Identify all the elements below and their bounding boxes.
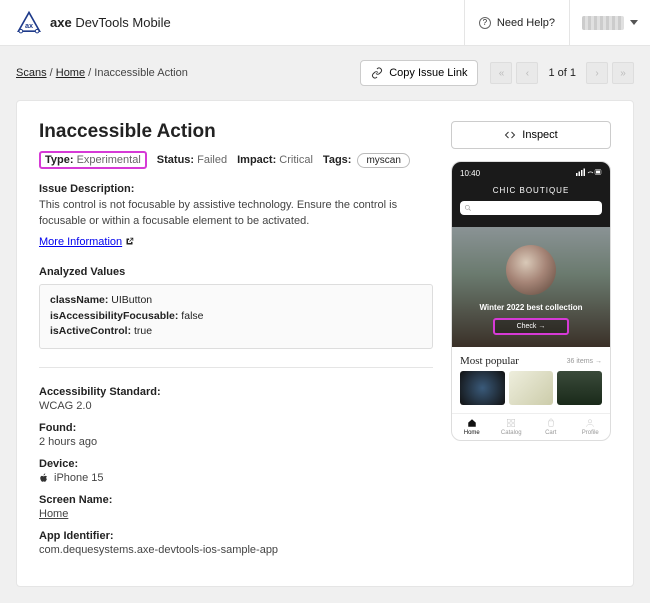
pager-next-button[interactable]: › — [586, 62, 608, 84]
link-icon — [371, 67, 383, 79]
apple-icon — [39, 472, 49, 484]
pager-first-button[interactable]: « — [490, 62, 512, 84]
axe-logo-icon: ax — [16, 10, 42, 36]
issue-tags: Tags: myscan — [323, 153, 410, 168]
issue-card: Inaccessible Action Type: Experimental S… — [16, 100, 634, 587]
pager-label: 1 of 1 — [542, 67, 582, 79]
preview-thumbnails — [452, 371, 610, 413]
device-preview: 10:40 CHIC BOUTIQUE Winter 2022 best col… — [451, 161, 611, 441]
preview-popular-count: 36 items → — [567, 358, 602, 365]
analyzed-values-box: className: UIButton isAccessibilityFocus… — [39, 284, 433, 349]
screen-name-link[interactable]: Home — [39, 508, 68, 520]
preview-popular-row: Most popular 36 items → — [452, 347, 610, 371]
home-icon — [467, 418, 477, 428]
help-icon: ? — [479, 17, 491, 29]
preview-thumb — [509, 371, 554, 405]
top-bar: ax axe DevTools Mobile ? Need Help? — [0, 0, 650, 46]
issue-title: Inaccessible Action — [39, 121, 433, 143]
copy-issue-link-button[interactable]: Copy Issue Link — [360, 60, 478, 86]
app-identifier: App Identifier: com.dequesystems.axe-dev… — [39, 530, 433, 556]
grid-icon — [506, 418, 516, 428]
accessibility-standard: Accessibility Standard: WCAG 2.0 — [39, 386, 433, 412]
preview-tab-home: Home — [452, 418, 492, 436]
svg-text:ax: ax — [25, 20, 33, 29]
breadcrumb-current: Inaccessible Action — [94, 67, 188, 79]
issue-description-text: This control is not focusable by assisti… — [39, 198, 433, 230]
analyzed-values-heading: Analyzed Values — [39, 266, 433, 278]
preview-hero-text: Winter 2022 best collection — [479, 303, 582, 312]
pager: « ‹ 1 of 1 › » — [490, 62, 634, 84]
preview-tab-catalog: Catalog — [492, 418, 532, 436]
pager-last-button[interactable]: » — [612, 62, 634, 84]
sub-header: Scans / Home / Inaccessible Action Copy … — [0, 46, 650, 100]
issue-impact: Impact: Critical — [237, 154, 313, 166]
search-icon — [464, 204, 472, 212]
preview-header: 10:40 CHIC BOUTIQUE — [452, 162, 610, 227]
screen-name: Screen Name: Home — [39, 494, 433, 520]
preview-hero-button-highlighted: Check → — [493, 318, 570, 335]
tag-chip[interactable]: myscan — [357, 153, 409, 168]
more-information-link[interactable]: More Information — [39, 236, 134, 248]
breadcrumb-scans[interactable]: Scans — [16, 67, 47, 79]
found-time: Found: 2 hours ago — [39, 422, 433, 448]
preview-status-icons — [576, 168, 602, 178]
preview-tab-profile: Profile — [571, 418, 611, 436]
code-icon — [504, 129, 516, 141]
preview-tabbar: Home Catalog Cart Profile — [452, 413, 610, 440]
brand-strong: axe — [50, 15, 72, 30]
preview-tab-cart: Cart — [531, 418, 571, 436]
divider — [39, 367, 433, 368]
issue-side: Inspect 10:40 CHIC BOUTIQUE Winter 2022 … — [451, 121, 611, 566]
chevron-down-icon — [630, 20, 638, 25]
help-label: Need Help? — [497, 17, 555, 29]
user-menu[interactable] — [569, 0, 650, 45]
preview-search — [460, 201, 602, 215]
external-link-icon — [125, 237, 134, 246]
preview-hero: Winter 2022 best collection Check → — [452, 227, 610, 347]
issue-description-heading: Issue Description: — [39, 183, 433, 195]
preview-popular-title: Most popular — [460, 355, 519, 367]
preview-app-title: CHIC BOUTIQUE — [460, 186, 602, 195]
bag-icon — [546, 418, 556, 428]
device: Device: iPhone 15 — [39, 458, 433, 484]
breadcrumb: Scans / Home / Inaccessible Action — [16, 67, 188, 79]
need-help-link[interactable]: ? Need Help? — [464, 0, 569, 45]
issue-status: Status: Failed — [157, 154, 227, 166]
pager-prev-button[interactable]: ‹ — [516, 62, 538, 84]
brand-text: axe DevTools Mobile — [50, 15, 171, 30]
user-icon — [585, 418, 595, 428]
preview-time: 10:40 — [460, 169, 480, 178]
user-name-obscured — [582, 16, 624, 30]
brand-block: ax axe DevTools Mobile — [0, 10, 187, 36]
inspect-button[interactable]: Inspect — [451, 121, 611, 149]
breadcrumb-home[interactable]: Home — [56, 67, 85, 79]
brand-light: DevTools Mobile — [72, 15, 171, 30]
issue-type: Type: Experimental — [39, 151, 147, 169]
preview-thumb — [460, 371, 505, 405]
issue-main: Inaccessible Action Type: Experimental S… — [39, 121, 433, 566]
issue-meta-row: Type: Experimental Status: Failed Impact… — [39, 151, 433, 169]
preview-thumb — [557, 371, 602, 405]
